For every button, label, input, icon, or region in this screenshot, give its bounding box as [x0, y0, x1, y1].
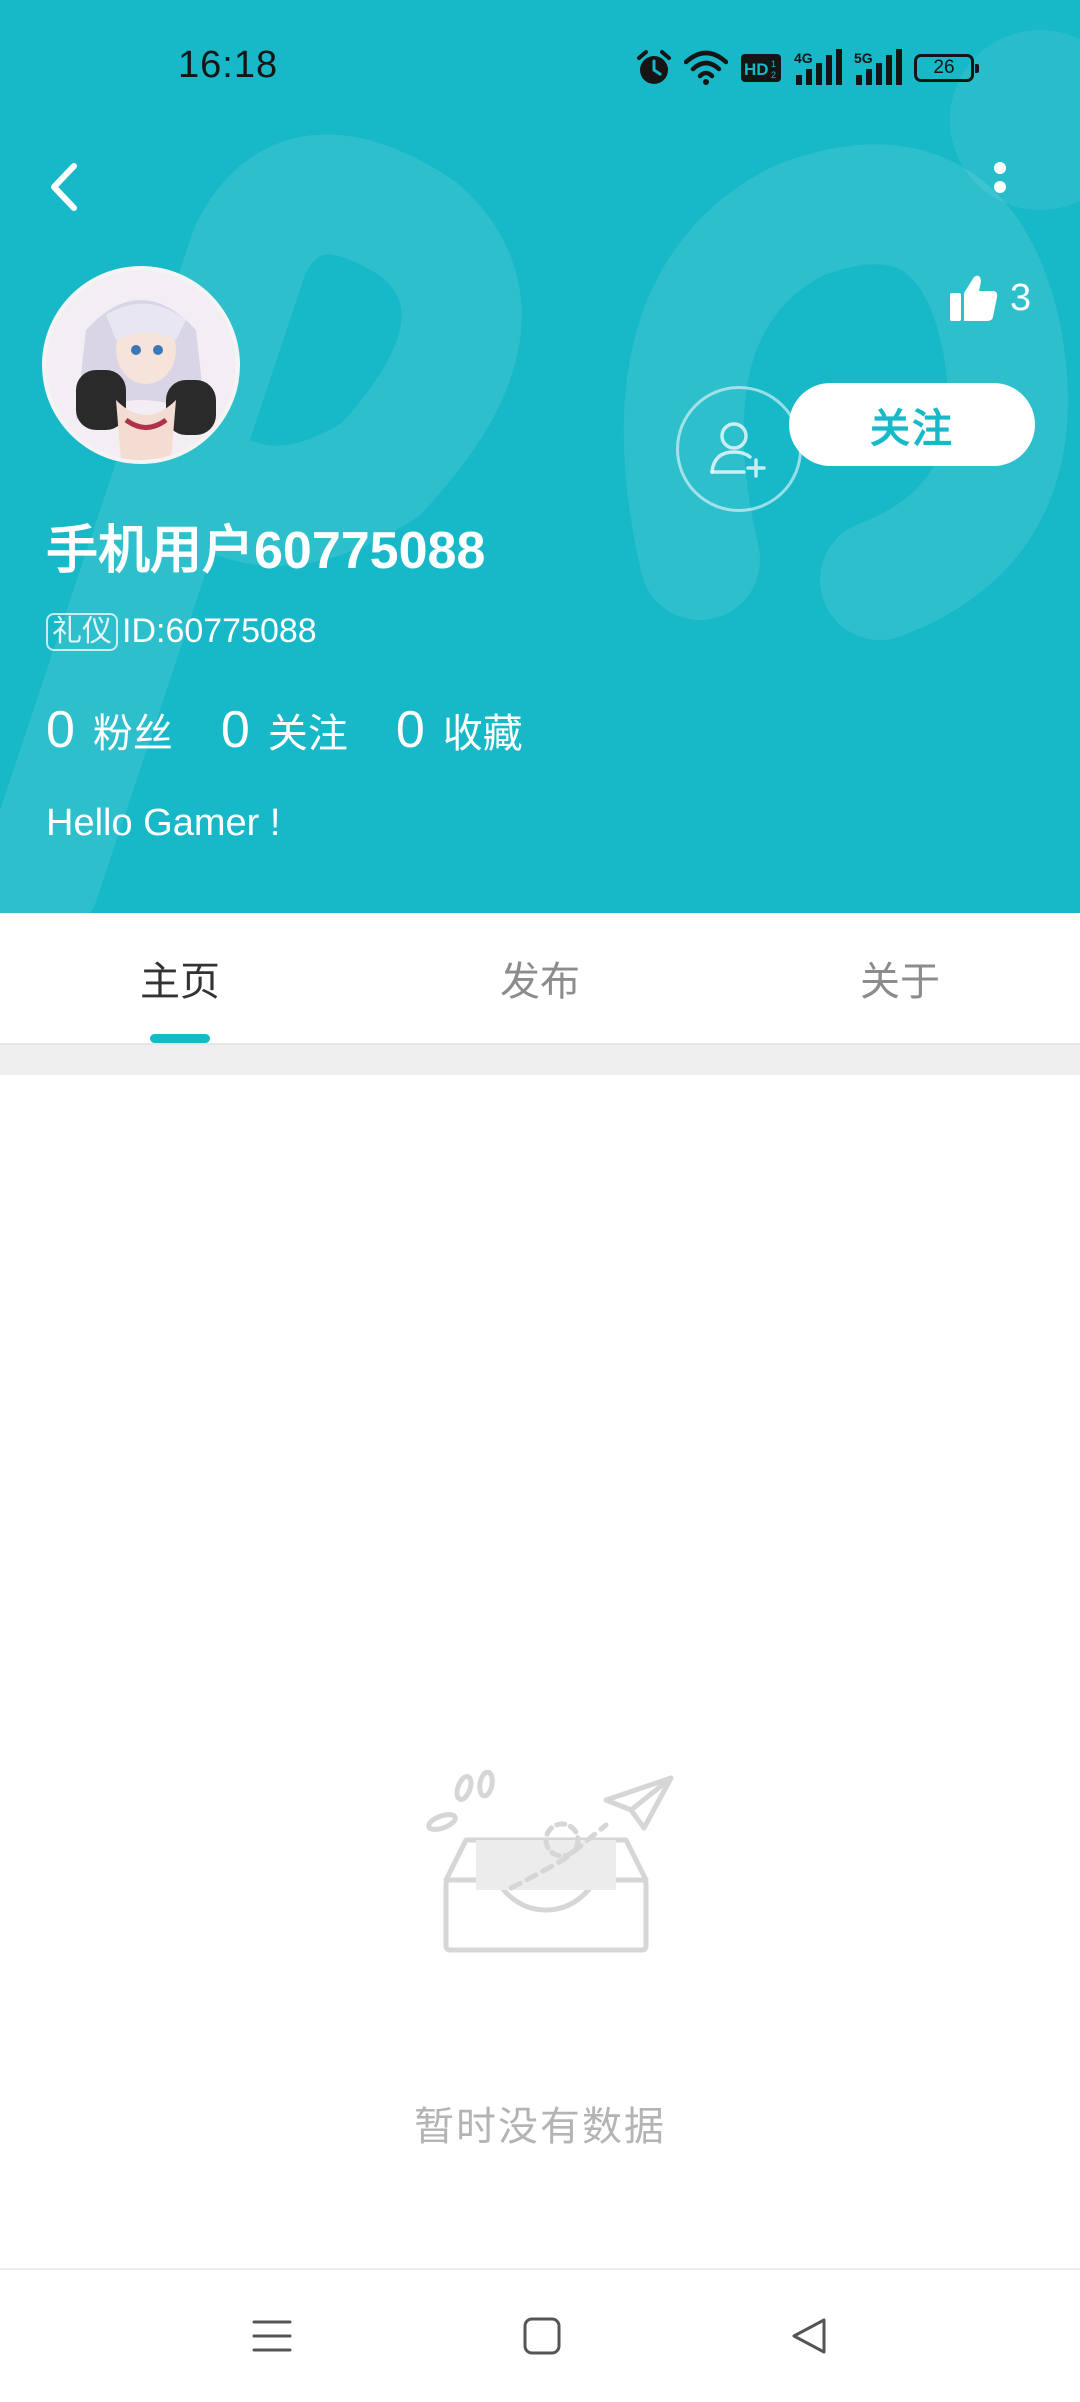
status-bar: 16:18 HD 1 2 4G 5G 26	[0, 0, 1080, 130]
stat-label: 关注	[267, 712, 348, 756]
4g-signal-icon: 4G	[794, 49, 842, 85]
avatar-image	[46, 270, 236, 460]
add-user-icon	[710, 422, 766, 478]
profile-header: 16:18 HD 1 2 4G 5G 26 3 关注 手机用户60775088 …	[0, 0, 1080, 913]
hd-icon: HD 1 2	[741, 54, 781, 82]
chevron-left-icon[interactable]	[40, 152, 90, 222]
follow-button[interactable]: 关注	[789, 383, 1035, 466]
back-triangle-icon[interactable]	[790, 2316, 830, 2356]
tab-home[interactable]: 主页	[0, 913, 360, 1043]
user-id: ID:60775088	[122, 612, 317, 650]
tab-label: 发布	[500, 960, 580, 1004]
tab-indicator	[150, 1034, 210, 1043]
tab-about[interactable]: 关于	[720, 913, 1080, 1043]
system-nav-bar	[0, 2268, 1080, 2402]
more-vertical-icon[interactable]	[980, 152, 1020, 222]
stat-value: 0	[220, 701, 250, 759]
svg-text:HD: HD	[744, 60, 769, 79]
user-bio: Hello Gamer !	[46, 802, 281, 844]
alarm-icon	[637, 50, 671, 84]
status-icons: HD 1 2 4G 5G 26	[636, 46, 986, 90]
battery-icon: 26	[914, 54, 979, 82]
username: 手机用户60775088	[46, 522, 486, 580]
tab-label: 主页	[140, 960, 220, 1004]
menu-icon[interactable]	[252, 2316, 292, 2356]
status-time: 16:18	[178, 44, 279, 86]
profile-stats: 0 粉丝 0 关注 0 收藏	[46, 700, 571, 760]
stat-favorites[interactable]: 0 收藏	[396, 700, 523, 760]
stat-fans[interactable]: 0 粉丝	[46, 700, 173, 760]
id-badge: 礼仪	[46, 612, 118, 651]
stat-label: 粉丝	[92, 712, 173, 756]
stat-value: 0	[46, 701, 75, 759]
empty-inbox-icon	[426, 1770, 674, 1953]
svg-text:1: 1	[771, 59, 776, 69]
stat-value: 0	[395, 701, 425, 759]
section-divider	[0, 1045, 1080, 1075]
stat-following[interactable]: 0 关注	[221, 700, 348, 760]
svg-text:4G: 4G	[794, 50, 813, 66]
add-friend-button[interactable]	[676, 386, 802, 512]
wifi-icon	[684, 50, 728, 85]
avatar[interactable]	[46, 270, 236, 460]
svg-text:2: 2	[771, 70, 776, 80]
tab-label: 关于	[860, 960, 940, 1004]
stat-label: 收藏	[442, 712, 523, 756]
5g-signal-icon: 5G	[854, 49, 902, 85]
thumbs-up-icon	[950, 275, 998, 321]
like-count: 3	[1010, 276, 1032, 319]
svg-text:5G: 5G	[854, 50, 873, 66]
user-id-row: 礼仪 ID:60775088	[46, 612, 317, 651]
like-box[interactable]: 3	[950, 270, 1031, 326]
home-icon[interactable]	[522, 2316, 562, 2356]
profile-tabs: 主页 发布 关于	[0, 913, 1080, 1045]
tab-posts[interactable]: 发布	[360, 913, 720, 1043]
empty-state-text: 暂时没有数据	[414, 2105, 666, 2149]
